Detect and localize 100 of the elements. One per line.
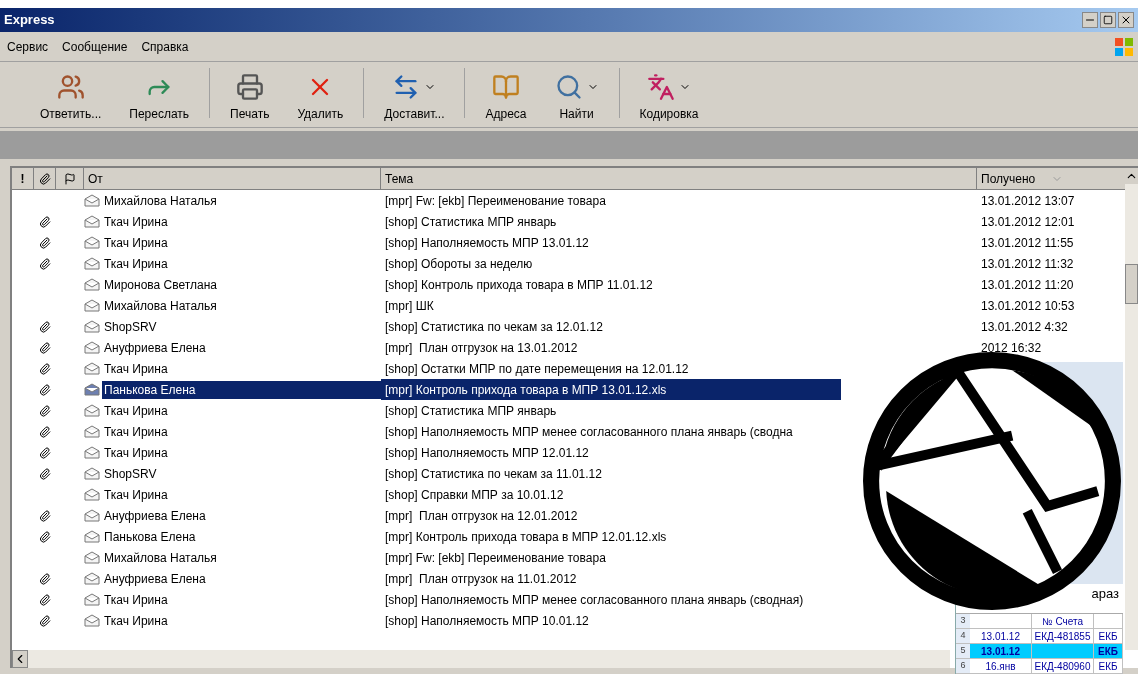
toolbar-button[interactable]: Адреса: [477, 65, 535, 123]
column-header[interactable]: [56, 168, 84, 190]
envelope-icon: [84, 278, 100, 291]
toolbar-button[interactable]: Найти: [546, 65, 607, 123]
subject-text[interactable]: [shop] Справки МПР за 10.01.12: [381, 484, 568, 505]
sender-text[interactable]: Ткач Ирина: [102, 359, 170, 378]
subject-text[interactable]: [shop] Наполняемость МПР 10.01.12: [381, 610, 593, 631]
sender-text[interactable]: Михайлова Наталья: [102, 296, 219, 315]
spreadsheet-cell: ЕКБ: [1094, 629, 1123, 643]
envelope-icon: [84, 194, 100, 207]
column-header[interactable]: От: [84, 168, 381, 190]
toolbar-button[interactable]: Кодировка: [631, 65, 707, 123]
restore-icon: [1103, 15, 1113, 25]
menu-item[interactable]: Сервис: [0, 37, 56, 56]
spreadsheet-cell: 16.янв: [970, 659, 1032, 673]
envelope-icon: [84, 509, 100, 522]
column-header[interactable]: [34, 168, 56, 190]
sender-text[interactable]: Панькова Елена: [102, 380, 381, 399]
header-fragment-text: араз: [1091, 585, 1120, 603]
envelope-icon: [84, 341, 100, 354]
sender-text[interactable]: Панькова Елена: [102, 527, 198, 546]
sender-text[interactable]: Ткач Ирина: [102, 611, 170, 630]
subject-text[interactable]: [shop] Статистика МПР январь: [381, 400, 561, 421]
received-date: 13.01.2012 13:07: [981, 193, 1075, 208]
search-icon: [554, 73, 583, 101]
subject-text[interactable]: [shop] Остатки МПР по дате перемещения на 12.01.12: [381, 358, 693, 379]
received-date: 13.01.2012 11:55: [981, 235, 1074, 250]
row-number: 4: [956, 629, 970, 643]
menu-item[interactable]: Сообщение: [55, 37, 135, 56]
close-icon: [1120, 14, 1132, 26]
sender-text[interactable]: Ткач Ирина: [102, 485, 170, 504]
spreadsheet-cell: 13.01.12: [970, 644, 1032, 658]
horizontal-scrollbar[interactable]: [12, 650, 950, 668]
subject-text[interactable]: [shop] Наполняемость МПР менее согласованного плана январь (сводная): [381, 589, 808, 610]
sender-text[interactable]: Ткач Ирина: [102, 254, 170, 273]
sender-text[interactable]: Ткач Ирина: [102, 422, 170, 441]
envelope-icon: [84, 530, 100, 543]
toolbar-button[interactable]: Печать: [222, 65, 278, 123]
subject-text[interactable]: [shop] Наполняемость МПР 12.01.12: [381, 442, 593, 463]
vertical-scrollbar[interactable]: [1125, 168, 1138, 650]
spreadsheet-cell: ЕКБ: [1094, 659, 1123, 673]
sender-text[interactable]: Ткач Ирина: [102, 233, 170, 252]
envelope-icon: [84, 551, 100, 564]
envelope-icon: [84, 236, 100, 249]
toolbar-button[interactable]: Ответить...: [32, 65, 110, 123]
envelope-icon: [84, 614, 100, 627]
subject-text[interactable]: [shop] Статистика МПР январь: [381, 211, 561, 232]
toolbar-button[interactable]: Удалить: [289, 65, 352, 123]
sender-text[interactable]: Ануфриева Елена: [102, 506, 208, 525]
menu-item[interactable]: Справка: [134, 37, 196, 56]
spreadsheet-cell: 13.01.12: [970, 629, 1032, 643]
sender-text[interactable]: Ануфриева Елена: [102, 338, 208, 357]
sender-text[interactable]: ShopSRV: [102, 464, 159, 483]
sender-text[interactable]: Ткач Ирина: [102, 212, 170, 231]
subject-text[interactable]: [mpr] Контроль прихода товара в МПР 12.01.12.xls: [381, 526, 671, 547]
subject-text[interactable]: [mpr] План отгрузок на 13.01.2012: [381, 337, 582, 358]
envelope-icon: [84, 467, 100, 480]
people-icon: [56, 73, 85, 101]
subject-text[interactable]: [shop] Статистика по чекам за 11.01.12: [381, 463, 606, 484]
spreadsheet-cell: ЕКД-480960: [1032, 659, 1094, 673]
printer-icon: [235, 73, 264, 101]
letters-icon: [647, 73, 675, 101]
sender-text[interactable]: ShopSRV: [102, 317, 159, 336]
sender-text[interactable]: Ткач Ирина: [102, 443, 170, 462]
subject-text[interactable]: [shop] Статистика по чекам за 12.01.12: [381, 316, 607, 337]
received-date: 13.01.2012 11:20: [981, 277, 1074, 292]
envelope-icon: [84, 593, 100, 606]
sender-text[interactable]: Михайлова Наталья: [102, 191, 219, 210]
toolbar-button[interactable]: Доставит...: [376, 65, 453, 123]
toolbar-button[interactable]: Переслать: [121, 65, 198, 123]
restore-button[interactable]: [1100, 12, 1116, 28]
subject-text[interactable]: [shop] Обороты за неделю: [381, 253, 537, 274]
subject-text[interactable]: [mpr] План отгрузок на 11.01.2012: [381, 568, 581, 589]
minimize-button[interactable]: [1082, 12, 1098, 28]
subject-text[interactable]: [shop] Наполняемость МПР менее согласованного плана январь (сводна: [381, 421, 797, 442]
sender-text[interactable]: Ткач Ирина: [102, 590, 170, 609]
row-number: 6: [956, 659, 970, 673]
flag-icon: [63, 172, 76, 185]
envelope-icon: [84, 383, 100, 396]
sender-text[interactable]: Ткач Ирина: [102, 401, 170, 420]
subject-text[interactable]: [mpr] Контроль прихода товара в МПР 13.01.12.xls: [381, 379, 841, 400]
spreadsheet-cell: ЕКБ: [1094, 644, 1123, 658]
column-header[interactable]: Тема: [381, 168, 977, 190]
scroll-thumb[interactable]: [1125, 264, 1138, 304]
sender-text[interactable]: Ануфриева Елена: [102, 569, 208, 588]
subject-text[interactable]: [shop] Контроль прихода товара в МПР 11.01.12: [381, 274, 657, 295]
sender-text[interactable]: Михайлова Наталья: [102, 548, 219, 567]
sender-text[interactable]: Миронова Светлана: [102, 275, 219, 294]
envelope-icon: [84, 572, 100, 585]
close-button[interactable]: [1118, 12, 1134, 28]
windows-logo-icon: [1114, 36, 1134, 57]
subject-text[interactable]: [mpr] Fw: [ekb] Переименование товара: [381, 547, 610, 568]
paperclip-icon: [38, 172, 51, 185]
subject-text[interactable]: [mpr] ШК: [381, 295, 438, 316]
subject-text[interactable]: [shop] Наполняемость МПР 13.01.12: [381, 232, 593, 253]
column-header[interactable]: !: [12, 168, 34, 190]
subject-text[interactable]: [mpr] Fw: [ekb] Переименование товара: [381, 190, 610, 211]
subject-text[interactable]: [mpr] План отгрузок на 12.01.2012: [381, 505, 582, 526]
envelope-icon: [84, 446, 100, 459]
received-date: 2012 16:32: [981, 340, 1042, 355]
